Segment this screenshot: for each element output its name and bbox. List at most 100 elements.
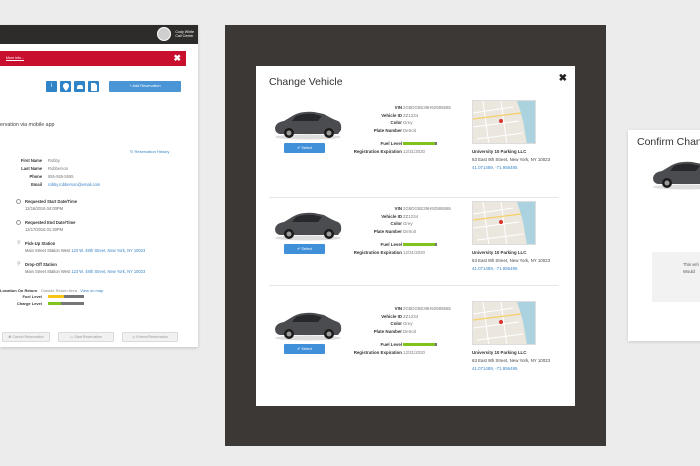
parking-name: University 10 Parking LLC [472, 250, 527, 255]
last-name-value: Robberson [48, 166, 69, 171]
charge-level-bar [48, 302, 84, 305]
plate-value: Detroit [403, 328, 416, 334]
cancel-reservation-button[interactable]: ✖ Cancel Reservation [2, 332, 50, 342]
field-label: First Name [20, 158, 42, 163]
dropoff-station-section: ⚲ Drop-Off Station Main Street Station W… [17, 261, 146, 274]
reservation-panel: Cody White Call Center More info... ✖ i … [0, 25, 198, 347]
spec-labels: VIN Vehicle ID Color Plate Number [373, 105, 402, 133]
confirm-message: Would [683, 269, 695, 274]
fuel-level-bar [403, 243, 437, 246]
fuel-level-label: Fuel Level [22, 294, 42, 299]
expiration-value: 12/31/2020 [403, 148, 425, 154]
start-reservation-button[interactable]: ▭ Start Reservation [58, 332, 114, 342]
email-link[interactable]: robby.robberson@email.com [48, 181, 100, 189]
field-label: Phone [29, 174, 42, 179]
add-reservation-button[interactable]: + Add Reservation [109, 81, 181, 92]
spec-values: 2G6DG5E39H92595565 ZZ1234 Grey Detroit [403, 205, 451, 235]
color-value: Grey [403, 120, 413, 126]
fuel-labels: Fuel Level Registration Expiration [353, 342, 402, 355]
pin-icon: ⚲ [17, 261, 21, 267]
plate-value: Detroit [403, 127, 416, 133]
parking-address: 63 East 9th Street, New York, NY 10023 [472, 358, 551, 363]
color-value: Grey [403, 221, 413, 227]
confirm-title: Confirm Change [637, 136, 700, 148]
modal-title: Change Vehicle [269, 76, 343, 88]
car-image [275, 212, 342, 241]
top-bar: Cody White Call Center [0, 25, 198, 44]
fuel-level-bar [403, 142, 437, 145]
location-on-return: Location On Return Outside Return Area V… [0, 288, 104, 293]
alert-banner: More info... ✖ [0, 51, 186, 66]
vin-value: 2G6DG5E39H92595565 [403, 306, 451, 311]
user-role: Call Center [175, 34, 194, 38]
dropoff-address-link[interactable]: 123 W. 48th Street, New York, NY 10023 [71, 269, 145, 274]
pickup-address-link[interactable]: 123 W. 48th Street, New York, NY 10023 [71, 248, 145, 253]
map-thumbnail[interactable] [472, 301, 536, 345]
spec-labels: VIN Vehicle ID Color Plate Number [373, 306, 402, 334]
row-divider [269, 285, 559, 286]
spec-values: 2G6DG5E39H92595565 ZZ1234 Grey Detroit [403, 104, 451, 134]
car-image [275, 312, 342, 341]
first-name-value: Robby [48, 158, 60, 163]
coordinates-link[interactable]: 41.071489, -71.956495 [472, 266, 517, 271]
extend-reservation-button[interactable]: ◷ Extend Reservation [122, 332, 178, 342]
select-vehicle-button[interactable]: ✔ Select [284, 244, 325, 254]
spec-values: 2G6DG5E39H92595565 ZZ1234 Grey Detroit [403, 305, 451, 335]
parking-address: 63 East 9th Street, New York, NY 10023 [472, 157, 551, 162]
reservation-history-link[interactable]: ↻ Reservation History [130, 149, 169, 154]
charge-level-label: Charge Level [16, 301, 42, 306]
vehicle-id-value: ZZ1234 [403, 313, 419, 319]
fuel-level-bar [48, 295, 84, 298]
customer-labels: First Name Last Name Phone Email [0, 157, 42, 189]
vehicle-id-value: ZZ1234 [403, 213, 419, 219]
spec-labels: VIN Vehicle ID Color Plate Number [373, 206, 402, 234]
coordinates-link[interactable]: 41.071489, -71.956495 [472, 366, 517, 371]
parking-address: 63 East 9th Street, New York, NY 10023 [472, 258, 551, 263]
plate-value: Detroit [403, 228, 416, 234]
map-thumbnail[interactable] [472, 201, 536, 245]
select-vehicle-button[interactable]: ✔ Select [284, 344, 325, 354]
vin-value: 2G6DG5E39H92595565 [403, 105, 451, 110]
start-time-section: Requested Start Date/Time 12/16/2016 04:… [16, 198, 77, 212]
field-label: Last Name [21, 166, 42, 171]
info-icon[interactable]: i [46, 81, 57, 92]
parking-name: University 10 Parking LLC [472, 149, 527, 154]
change-vehicle-modal: Change Vehicle ✖ ✔ Select VIN Vehicle ID… [256, 66, 575, 406]
map-thumbnail[interactable] [472, 100, 536, 144]
close-icon[interactable]: ✖ [559, 73, 567, 84]
end-time-section: Requested End Date/Time 12/17/2016 01:30… [16, 219, 75, 233]
location-icon[interactable] [60, 81, 71, 92]
panel-subtitle: ervation via mobile app [0, 122, 55, 128]
coordinates-link[interactable]: 41.071489, -71.956495 [472, 165, 517, 170]
avatar [157, 27, 172, 41]
view-on-map-link[interactable]: View on map [80, 288, 103, 293]
confirm-message: This veh [683, 262, 699, 267]
confirm-change-panel: Confirm Change This veh Would [628, 130, 700, 341]
car-image [275, 111, 342, 140]
customer-values: Robby Robberson 555-555-5555 robby.robbe… [48, 157, 100, 189]
vin-value: 2G6DG5E39H92595565 [403, 206, 451, 211]
vehicle-id-value: ZZ1234 [403, 112, 419, 118]
car-icon[interactable] [74, 81, 85, 92]
car-image [653, 161, 700, 190]
pickup-station-section: ⚲ Pick-Up Station Main Street Station We… [17, 240, 146, 253]
expiration-value: 12/31/2020 [403, 249, 425, 255]
pin-icon: ⚲ [17, 240, 21, 246]
fuel-labels: Fuel Level Registration Expiration [353, 141, 402, 154]
more-info-link[interactable]: More info... [6, 56, 24, 60]
close-icon[interactable]: ✖ [173, 53, 181, 64]
color-value: Grey [403, 321, 413, 327]
vehicle-row: ✔ Select VIN Vehicle ID Color Plate Numb… [256, 100, 575, 203]
fuel-labels: Fuel Level Registration Expiration [353, 242, 402, 255]
clock-icon [16, 220, 21, 225]
select-vehicle-button[interactable]: ✔ Select [284, 143, 325, 153]
field-label: Email [31, 182, 42, 187]
vehicle-row: ✔ Select VIN Vehicle ID Color Plate Numb… [256, 301, 575, 404]
confirm-message-box: This veh Would [652, 252, 700, 302]
fuel-level-bar [403, 343, 437, 346]
row-divider [269, 197, 559, 198]
document-icon[interactable] [88, 81, 99, 92]
vehicle-row: ✔ Select VIN Vehicle ID Color Plate Numb… [256, 201, 575, 304]
clock-icon [16, 199, 21, 204]
user-menu[interactable]: Cody White Call Center [157, 27, 194, 41]
